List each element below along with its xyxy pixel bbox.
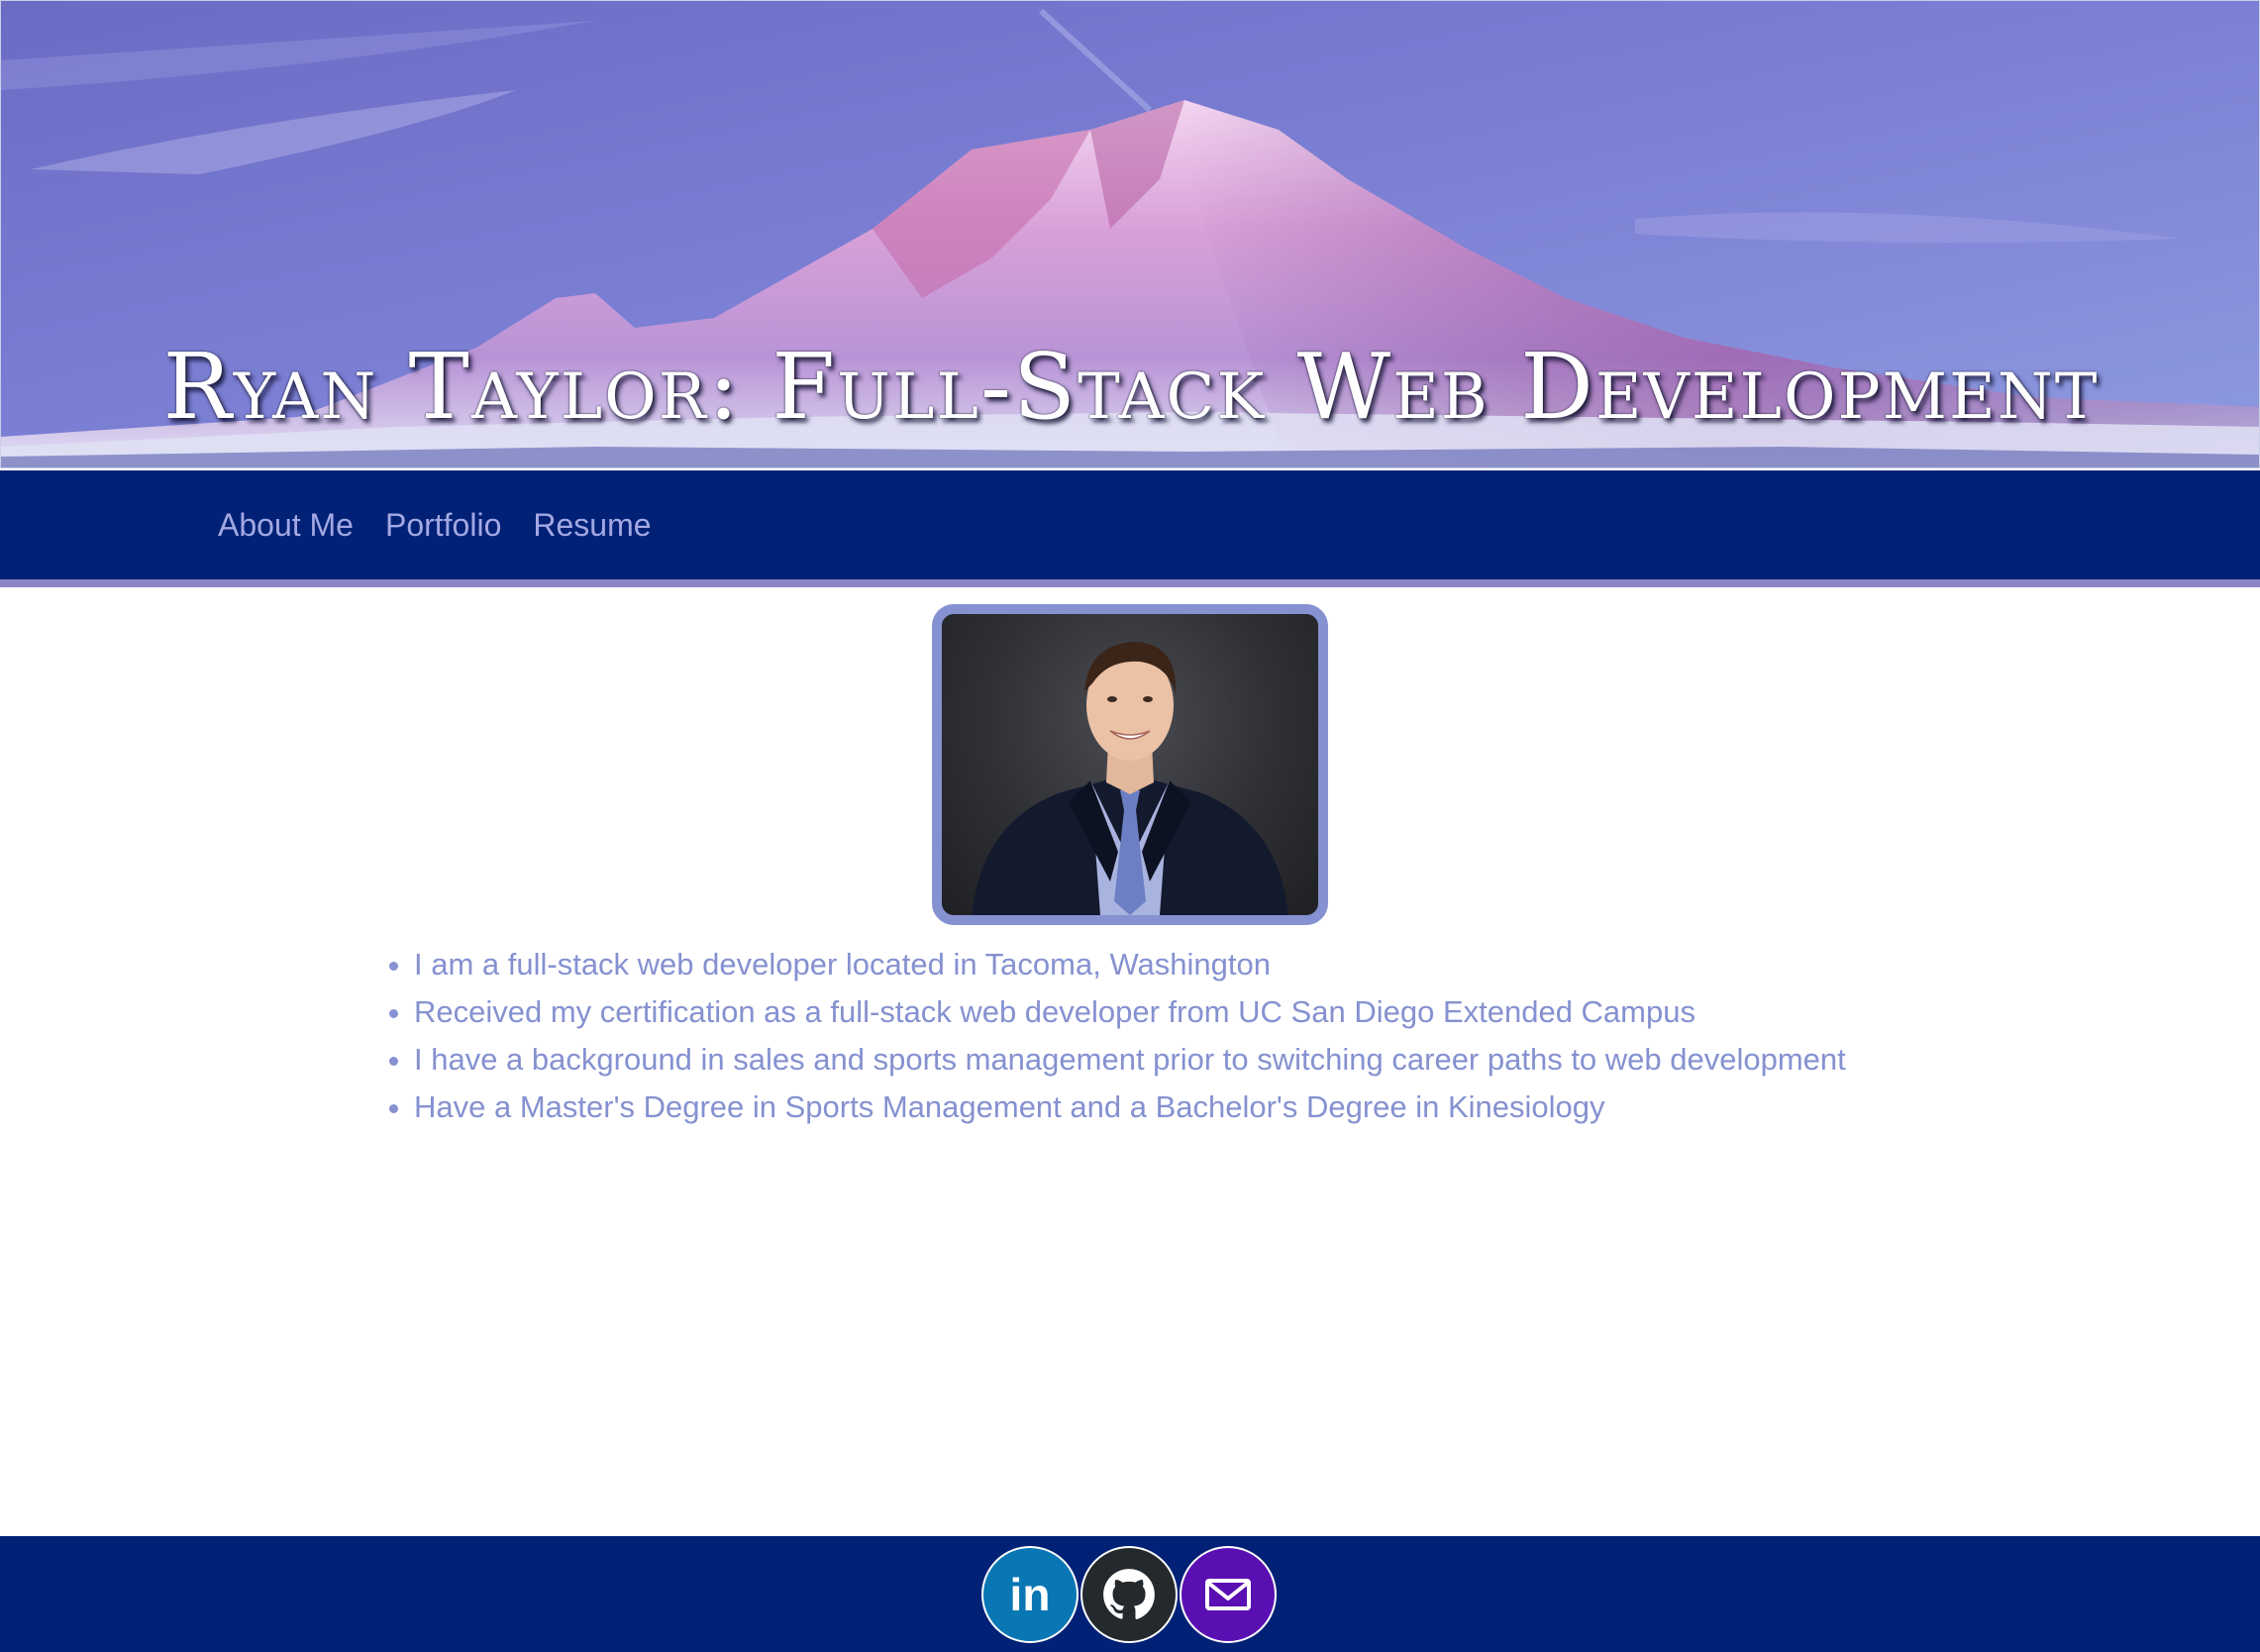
nav-list: About Me Portfolio Resume xyxy=(218,470,652,579)
github-link[interactable] xyxy=(1080,1546,1178,1643)
nav-item-about-me: About Me xyxy=(218,507,354,544)
profile-portrait-image xyxy=(972,642,1288,915)
list-item: Received my certification as a full-stac… xyxy=(414,988,1846,1036)
linkedin-link[interactable]: in xyxy=(981,1546,1079,1643)
nav-item-resume: Resume xyxy=(533,507,651,544)
nav-link-portfolio[interactable]: Portfolio xyxy=(385,507,501,543)
hero-banner: Ryan Taylor: Full-Stack Web Development xyxy=(0,0,2260,468)
page: Ryan Taylor: Full-Stack Web Development … xyxy=(0,0,2260,1652)
page-title: Ryan Taylor: Full-Stack Web Development xyxy=(162,334,2100,440)
main-navbar: About Me Portfolio Resume xyxy=(0,470,2260,587)
profile-photo xyxy=(932,604,1328,925)
nav-link-about-me[interactable]: About Me xyxy=(218,507,354,543)
list-item: I am a full-stack web developer located … xyxy=(414,941,1846,988)
footer: in xyxy=(0,1536,2260,1652)
github-icon xyxy=(1103,1569,1155,1619)
email-link[interactable] xyxy=(1180,1546,1277,1643)
nav-link-resume[interactable]: Resume xyxy=(533,507,651,543)
nav-item-portfolio: Portfolio xyxy=(385,507,501,544)
email-icon xyxy=(1205,1579,1251,1610)
linkedin-icon: in xyxy=(1009,1569,1051,1620)
about-me-list: I am a full-stack web developer located … xyxy=(386,941,1846,1131)
list-item: Have a Master's Degree in Sports Managem… xyxy=(414,1084,1846,1131)
list-item: I have a background in sales and sports … xyxy=(414,1036,1846,1084)
